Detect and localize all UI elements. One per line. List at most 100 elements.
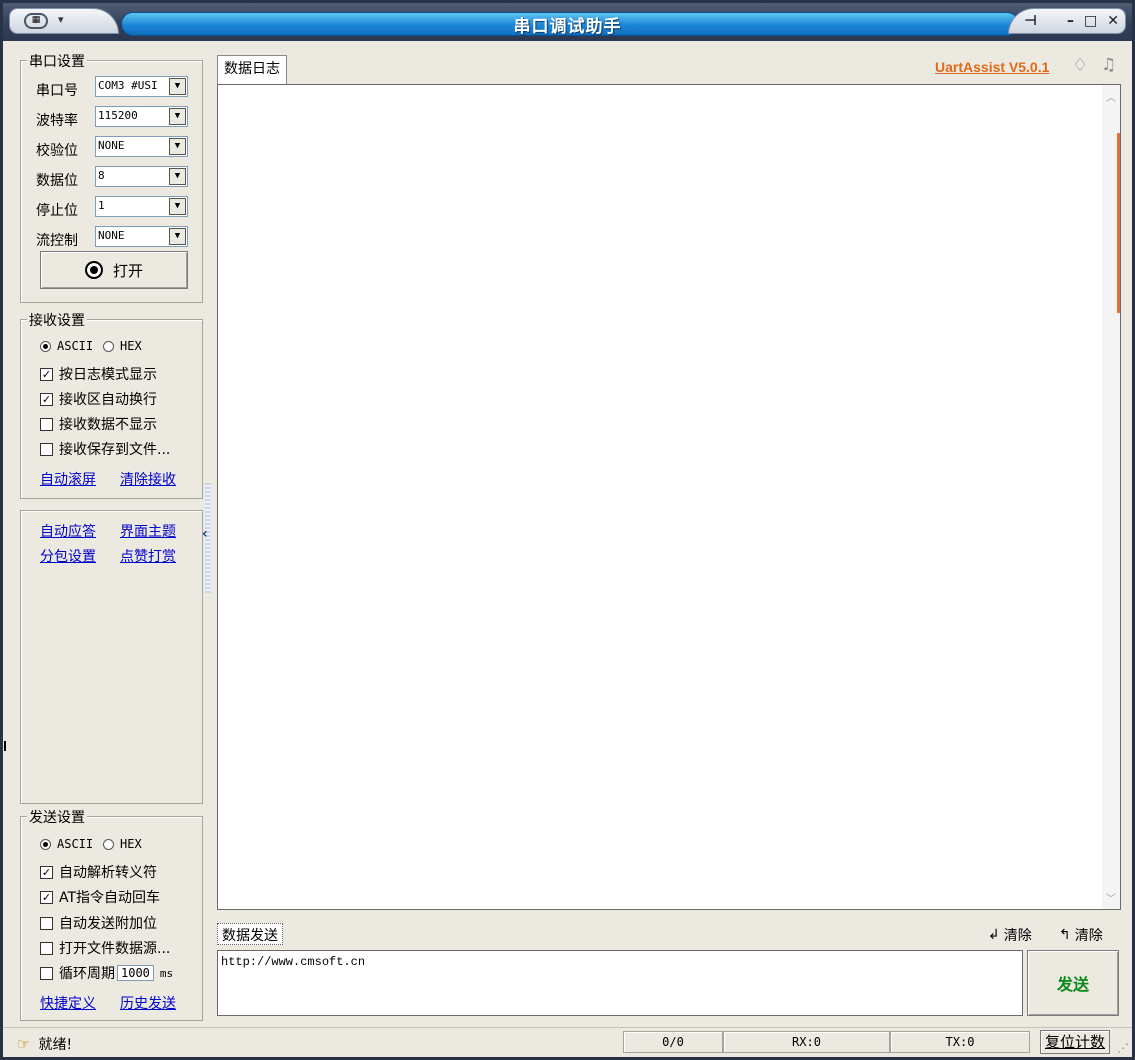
at-cr-label: AT指令自动回车 [59,890,161,906]
send-ascii-radio[interactable]: ASCII [40,837,93,851]
auto-wrap-label: 接收区自动换行 [59,392,157,408]
radio-icon [103,838,114,850]
parity-value: NONE [98,139,125,152]
group-title: 接收设置 [27,310,87,330]
status-bar: ☞ 就绪! 0/0 RX:0 TX:0 复位计数 ⋰ [3,1027,1132,1057]
radio-selected-icon [40,340,51,352]
frame-count: 0/0 [623,1031,723,1053]
tx-count: TX:0 [890,1031,1030,1053]
open-port-button[interactable]: 打开 [40,251,188,289]
send-button[interactable]: 发送 [1027,950,1119,1016]
scroll-up-icon[interactable]: ︿ [1106,89,1116,104]
auto-scroll-link[interactable]: 自动滚屏 [40,469,96,489]
resize-grip-icon[interactable]: ⋰ [1117,1041,1129,1055]
brand-version-link[interactable]: UartAssist V5.0.1 [935,59,1049,75]
chevron-down-icon[interactable]: ▼ [169,108,186,125]
window-title: 串口调试助手 [513,17,622,37]
clear-history-label: 清除 [1074,928,1103,944]
collapse-arrow-icon[interactable]: ‹ [202,526,208,542]
parity-select[interactable]: NONE ▼ [95,136,188,157]
checkmark-icon: ✓ [40,890,53,904]
clear-history-button[interactable]: ↰ 清除 [1059,925,1103,945]
minimize-icon[interactable]: – [1067,13,1074,29]
databits-label: 数据位 [36,173,78,189]
at-cr-checkbox[interactable]: ✓ AT指令自动回车 [40,887,160,907]
open-label: 打开 [112,261,143,280]
checkmark-icon: ✓ [40,392,53,406]
checkbox-empty-icon [40,941,53,955]
databits-select[interactable]: 8 ▼ [95,166,188,187]
group-title: 发送设置 [27,807,87,827]
clear-send-button[interactable]: ↲ 清除 [988,925,1032,945]
loop-unit: ms [159,966,174,980]
loop-label: 循环周期 [59,966,115,982]
tab-data-log[interactable]: 数据日志 [217,55,287,84]
port-select[interactable]: COM3 #USI ▼ [95,76,188,97]
tab-data-send[interactable]: 数据发送 [217,923,283,945]
loop-checkbox[interactable]: 循环周期 1000 ms [40,963,173,983]
theme-link[interactable]: 界面主题 [120,521,176,541]
auto-wrap-checkbox[interactable]: ✓ 接收区自动换行 [40,389,157,409]
auto-reply-link[interactable]: 自动应答 [40,521,96,541]
send-ascii-label: ASCII [57,837,94,851]
escape-checkbox[interactable]: ✓ 自动解析转义符 [40,862,157,882]
baud-label: 波特率 [36,113,78,129]
checkbox-empty-icon [40,916,53,930]
chevron-down-icon[interactable]: ▼ [169,228,186,245]
diamond-icon[interactable]: ♢ [1072,55,1088,76]
pin-icon[interactable]: ⊣ [1024,13,1037,29]
arrow-down-left-icon: ↲ [988,927,1000,943]
status-indicator-icon [84,261,103,279]
send-text-input[interactable]: http://www.cmsoft.cn [217,950,1023,1016]
recv-ascii-radio[interactable]: ASCII [40,339,93,353]
stopbits-select[interactable]: 1 ▼ [95,196,188,217]
recv-hex-radio[interactable]: HEX [103,339,142,353]
open-file-checkbox[interactable]: 打开文件数据源... [40,938,170,958]
edge-marker [4,741,6,751]
window-controls: ⊣ – □ ✕ [1008,8,1126,34]
hand-pointer-icon: ☞ [17,1035,31,1053]
hide-data-label: 接收数据不显示 [59,417,157,433]
clear-send-label: 清除 [1003,928,1032,944]
bell-icon[interactable]: ♫ [1101,55,1116,75]
close-icon[interactable]: ✕ [1107,13,1119,29]
title-bar: ▦ ▾ 串口调试助手 ⊣ – □ ✕ [3,3,1132,41]
receive-log-area[interactable]: ︿ ﹀ [217,84,1121,910]
flow-label: 流控制 [36,233,78,249]
chevron-down-icon[interactable]: ▼ [169,168,186,185]
group-title: 串口设置 [27,51,87,71]
send-hex-radio[interactable]: HEX [103,837,142,851]
port-value: COM3 #USI [98,79,158,92]
send-hex-label: HEX [120,837,142,851]
append-checkbox[interactable]: 自动发送附加位 [40,913,157,933]
stopbits-label: 停止位 [36,203,78,219]
shortcut-link[interactable]: 快捷定义 [40,993,96,1013]
donate-link[interactable]: 点赞打赏 [120,546,176,566]
chevron-down-icon[interactable]: ▼ [169,138,186,155]
flow-value: NONE [98,229,125,242]
loop-period-input[interactable]: 1000 [117,965,154,981]
vertical-scrollbar[interactable]: ︿ ﹀ [1102,85,1120,909]
hide-data-checkbox[interactable]: 接收数据不显示 [40,414,157,434]
clear-receive-link[interactable]: 清除接收 [120,469,176,489]
packet-settings-link[interactable]: 分包设置 [40,546,96,566]
databits-value: 8 [98,169,105,182]
chevron-down-icon[interactable]: ▼ [169,198,186,215]
radio-selected-icon [40,838,51,850]
chevron-down-icon[interactable]: ▼ [169,78,186,95]
stopbits-value: 1 [98,199,105,212]
history-link[interactable]: 历史发送 [120,993,176,1013]
maximize-icon[interactable]: □ [1084,13,1097,29]
reset-count-button[interactable]: 复位计数 [1039,1030,1110,1054]
log-mode-checkbox[interactable]: ✓ 按日志模式显示 [40,364,157,384]
flow-select[interactable]: NONE ▼ [95,226,188,247]
port-label: 串口号 [36,83,78,99]
parity-label: 校验位 [36,143,78,159]
scroll-down-icon[interactable]: ﹀ [1106,890,1116,905]
save-file-checkbox[interactable]: 接收保存到文件... [40,439,170,459]
escape-label: 自动解析转义符 [59,865,157,881]
checkbox-empty-icon [40,442,53,456]
save-file-label: 接收保存到文件... [59,442,171,458]
baud-value: 115200 [98,109,138,122]
baud-select[interactable]: 115200 ▼ [95,106,188,127]
